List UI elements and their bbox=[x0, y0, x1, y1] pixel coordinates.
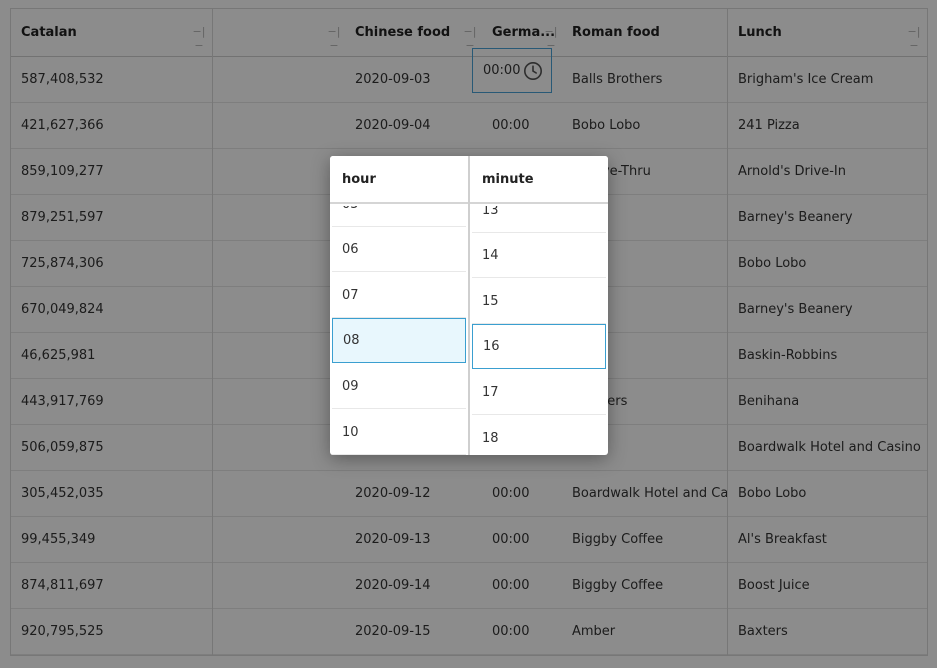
hour-option[interactable]: 05 bbox=[332, 206, 466, 227]
minute-option[interactable]: 18 bbox=[472, 416, 606, 455]
page: Catalan Chinese food Germa... Roman food Lun… bbox=[0, 0, 937, 668]
hour-option[interactable]: 10 bbox=[332, 410, 466, 455]
minute-option[interactable]: 17 bbox=[472, 370, 606, 415]
hour-option[interactable]: 08 bbox=[332, 318, 466, 363]
hour-option[interactable]: 09 bbox=[332, 364, 466, 409]
minute-option[interactable]: 13 bbox=[472, 206, 606, 233]
minute-list[interactable]: 13 14 15 16 17 18 bbox=[470, 206, 608, 455]
minute-option[interactable]: 14 bbox=[472, 233, 606, 278]
hour-list[interactable]: 050607080910 bbox=[330, 206, 468, 455]
hour-option[interactable]: 06 bbox=[332, 227, 466, 272]
minute-option[interactable]: 15 bbox=[472, 279, 606, 324]
hour-column: hour 050607080910 bbox=[330, 156, 468, 455]
hour-header: hour bbox=[330, 156, 468, 204]
minute-column: minute 13 14 15 16 17 18 bbox=[470, 156, 608, 455]
time-picker: hour 050607080910 minute 131415161718 bbox=[330, 156, 608, 455]
hour-option[interactable]: 07 bbox=[332, 273, 466, 318]
minute-option[interactable]: 16 bbox=[472, 324, 606, 369]
minute-header: minute bbox=[470, 156, 608, 204]
